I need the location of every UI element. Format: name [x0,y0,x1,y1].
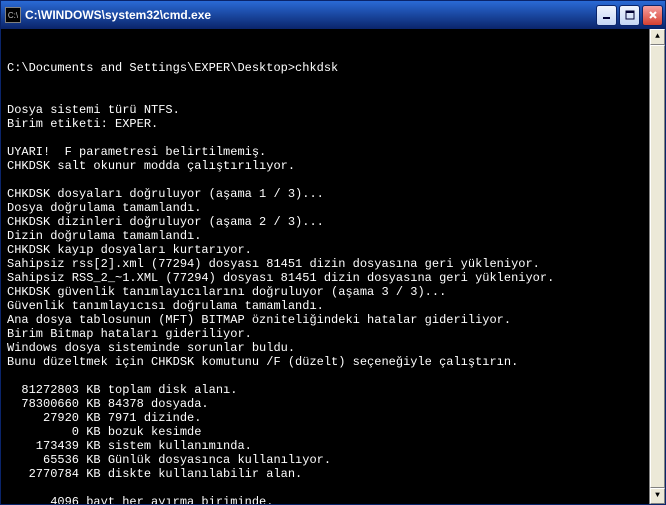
terminal-area[interactable]: C:\Documents and Settings\EXPER\Desktop>… [1,29,665,504]
maximize-button[interactable] [619,5,640,26]
output-line: 2770784 KB diskte kullanılabilir alan. [7,467,659,481]
output-line: Sahipsiz RSS_2_~1.XML (77294) dosyası 81… [7,271,659,285]
output-line: Birim Bitmap hataları gideriliyor. [7,327,659,341]
output-line: Dizin doğrulama tamamlandı. [7,229,659,243]
output-line: Ana dosya tablosunun (MFT) BITMAP öznite… [7,313,659,327]
output-line: 27920 KB 7971 dizinde. [7,411,659,425]
output-line: Dosya sistemi türü NTFS. [7,103,659,117]
output-line: 4096 bayt her ayırma biriminde. [7,495,659,504]
output-line: 65536 KB Günlük dosyasınca kullanılıyor. [7,453,659,467]
scroll-up-button[interactable]: ▲ [650,29,665,45]
output-line: CHKDSK kayıp dosyaları kurtarıyor. [7,243,659,257]
output-line: Bunu düzeltmek için CHKDSK komutunu /F (… [7,355,659,369]
output-line: CHKDSK salt okunur modda çalıştırılıyor. [7,159,659,173]
output-line: Sahipsiz rss[2].xml (77294) dosyası 8145… [7,257,659,271]
prompt-text: C:\Documents and Settings\EXPER\Desktop> [7,61,295,75]
output-line [7,481,659,495]
output-line: 173439 KB sistem kullanımında. [7,439,659,453]
window-title: C:\WINDOWS\system32\cmd.exe [25,8,596,22]
output-line [7,173,659,187]
window-controls [596,5,663,26]
prompt-line: C:\Documents and Settings\EXPER\Desktop>… [7,61,659,75]
command-text: chkdsk [295,61,338,75]
scrollbar-thumb[interactable] [650,45,665,488]
output-line: Güvenlik tanımlayıcısı doğrulama tamamla… [7,299,659,313]
output-line [7,369,659,383]
app-icon: C:\ [5,7,21,23]
output-line: 0 KB bozuk kesimde [7,425,659,439]
output-line: CHKDSK güvenlik tanımlayıcılarını doğrul… [7,285,659,299]
scrollbar-track[interactable] [650,45,665,488]
scrollbar[interactable]: ▲ ▼ [649,29,665,504]
titlebar[interactable]: C:\ C:\WINDOWS\system32\cmd.exe [1,1,665,29]
output-line: CHKDSK dizinleri doğruluyor (aşama 2 / 3… [7,215,659,229]
output-line: CHKDSK dosyaları doğruluyor (aşama 1 / 3… [7,187,659,201]
close-button[interactable] [642,5,663,26]
output-line: 81272803 KB toplam disk alanı. [7,383,659,397]
output-line: 78300660 KB 84378 dosyada. [7,397,659,411]
output-line: Dosya doğrulama tamamlandı. [7,201,659,215]
minimize-button[interactable] [596,5,617,26]
output-line: Birim etiketi: EXPER. [7,117,659,131]
output-line: UYARI! F parametresi belirtilmemiş. [7,145,659,159]
output-line [7,131,659,145]
cmd-window: C:\ C:\WINDOWS\system32\cmd.exe C:\Docum… [0,0,666,505]
output-line: Windows dosya sisteminde sorunlar buldu. [7,341,659,355]
scroll-down-button[interactable]: ▼ [650,488,665,504]
